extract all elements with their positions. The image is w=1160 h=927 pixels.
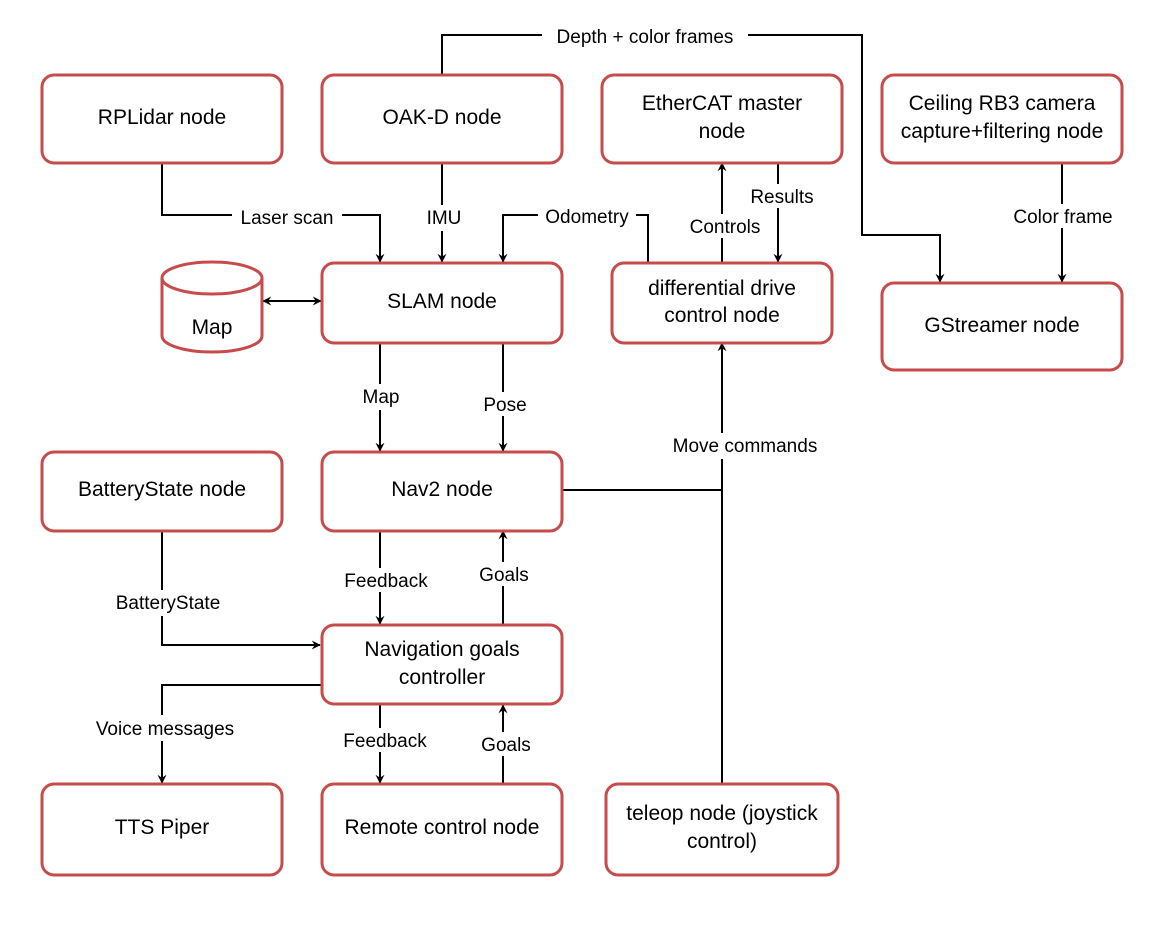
node-label-line-2: node: [699, 120, 746, 143]
node-slam[interactable]: SLAM node: [320, 261, 564, 345]
node-label: BatteryState node: [78, 478, 246, 501]
node-gstreamer[interactable]: GStreamer node: [880, 281, 1124, 372]
label-voice-messages: Voice messages: [96, 719, 234, 740]
node-label-line-1: differential drive: [648, 277, 796, 300]
label-pose: Pose: [483, 395, 526, 416]
node-label-line-2: capture+filtering node: [901, 120, 1104, 143]
label-battery-state: BatteryState: [116, 593, 221, 614]
label-color-frame: Color frame: [1013, 207, 1112, 228]
label-depth-color-frames: Depth + color frames: [557, 27, 734, 48]
edge-battery-state: [161, 531, 321, 650]
ros-architecture-diagram: Depth + color frames Laser scan IMU Odom…: [40, 24, 1124, 877]
node-label-line-2: control): [687, 830, 757, 853]
label-feedback-2: Feedback: [343, 731, 427, 752]
node-nav2[interactable]: Nav2 node: [320, 450, 564, 533]
label-odometry: Odometry: [545, 207, 629, 228]
node-label: GStreamer node: [924, 314, 1079, 337]
node-label-line-1: EtherCAT master: [642, 92, 802, 115]
label-results: Results: [750, 187, 813, 208]
node-ceiling-camera[interactable]: Ceiling RB3 camera capture+filtering nod…: [880, 73, 1124, 165]
node-teleop[interactable]: teleop node (joystick control): [604, 782, 840, 877]
node-remote-control[interactable]: Remote control node: [320, 782, 564, 877]
node-label-line-1: Navigation goals: [364, 638, 519, 661]
label-laser-scan: Laser scan: [241, 208, 334, 229]
node-label: OAK-D node: [382, 106, 501, 129]
node-tts-piper[interactable]: TTS Piper: [40, 782, 284, 877]
label-controls: Controls: [690, 217, 761, 238]
node-label-line-2: control node: [664, 304, 780, 327]
node-differential-drive[interactable]: differential drive control node: [610, 261, 834, 345]
node-map-database[interactable]: Map: [160, 260, 264, 354]
node-battery-state[interactable]: BatteryState node: [40, 450, 284, 533]
label-map: Map: [363, 387, 400, 408]
node-label-line-2: controller: [399, 666, 485, 689]
label-goals-2: Goals: [481, 735, 531, 756]
node-ethercat-master[interactable]: EtherCAT master node: [600, 73, 844, 165]
label-move-commands: Move commands: [673, 436, 818, 457]
node-label: SLAM node: [387, 290, 497, 313]
node-label-line-1: teleop node (joystick: [626, 802, 818, 825]
label-imu: IMU: [427, 208, 462, 229]
label-goals-1: Goals: [479, 565, 529, 586]
node-label: TTS Piper: [115, 816, 210, 839]
node-label: RPLidar node: [98, 106, 226, 129]
label-feedback-1: Feedback: [344, 571, 428, 592]
node-label: Map: [192, 316, 233, 339]
node-label-line-1: Ceiling RB3 camera: [909, 92, 1096, 115]
node-label: Nav2 node: [391, 478, 493, 501]
node-rplidar[interactable]: RPLidar node: [40, 73, 284, 165]
node-oakd[interactable]: OAK-D node: [320, 73, 564, 165]
node-navigation-goals-controller[interactable]: Navigation goals controller: [320, 623, 564, 706]
node-label: Remote control node: [345, 816, 540, 839]
